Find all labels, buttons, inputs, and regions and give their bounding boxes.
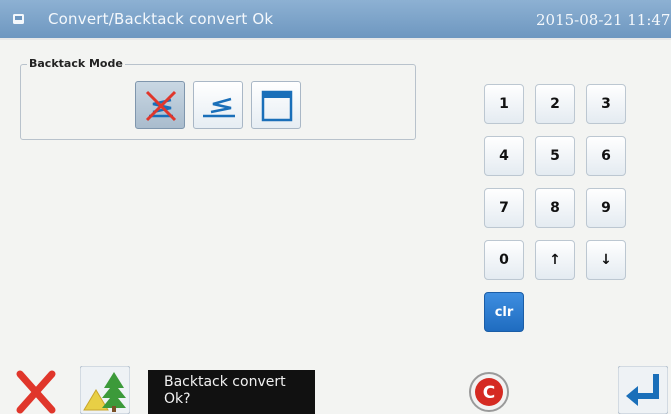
close-icon (16, 370, 56, 414)
key-up[interactable]: ↑ (535, 240, 575, 280)
key-down[interactable]: ↓ (586, 240, 626, 280)
tree-icon (79, 365, 131, 414)
message-line-1: Backtack convert (164, 374, 286, 390)
key-4[interactable]: 4 (484, 136, 524, 176)
title-bar: Convert/Backtack convert Ok 2015-08-21 1… (0, 0, 671, 40)
enter-icon (617, 365, 669, 414)
backtack-mode-group: Backtack Mode (20, 57, 416, 140)
backtack-off-button[interactable] (135, 81, 185, 129)
backtack-off-icon (145, 90, 177, 122)
backtack-zigzag-button[interactable] (193, 81, 243, 129)
tree-button[interactable] (79, 365, 131, 414)
clock: 2015-08-21 11:47 (536, 11, 671, 29)
app-icon (13, 14, 24, 24)
c-circle-icon: C (469, 372, 509, 412)
enter-button[interactable] (617, 365, 669, 414)
window-title: Convert/Backtack convert Ok (48, 10, 274, 28)
key-9[interactable]: 9 (586, 188, 626, 228)
svg-text:C: C (483, 383, 495, 403)
message-line-2: Ok? (164, 391, 191, 407)
backtack-mode-label: Backtack Mode (27, 57, 125, 70)
message-box: Backtack convert Ok? (148, 370, 315, 414)
key-6[interactable]: 6 (586, 136, 626, 176)
key-1[interactable]: 1 (484, 84, 524, 124)
clear-key[interactable]: clr (484, 292, 524, 332)
key-2[interactable]: 2 (535, 84, 575, 124)
key-7[interactable]: 7 (484, 188, 524, 228)
backtack-frame-icon (261, 90, 293, 122)
key-3[interactable]: 3 (586, 84, 626, 124)
key-0[interactable]: 0 (484, 240, 524, 280)
backtack-zigzag-icon (203, 97, 235, 118)
c-button[interactable]: C (466, 366, 512, 414)
cancel-button[interactable] (14, 366, 58, 414)
key-8[interactable]: 8 (535, 188, 575, 228)
backtack-frame-button[interactable] (251, 81, 301, 129)
key-5[interactable]: 5 (535, 136, 575, 176)
